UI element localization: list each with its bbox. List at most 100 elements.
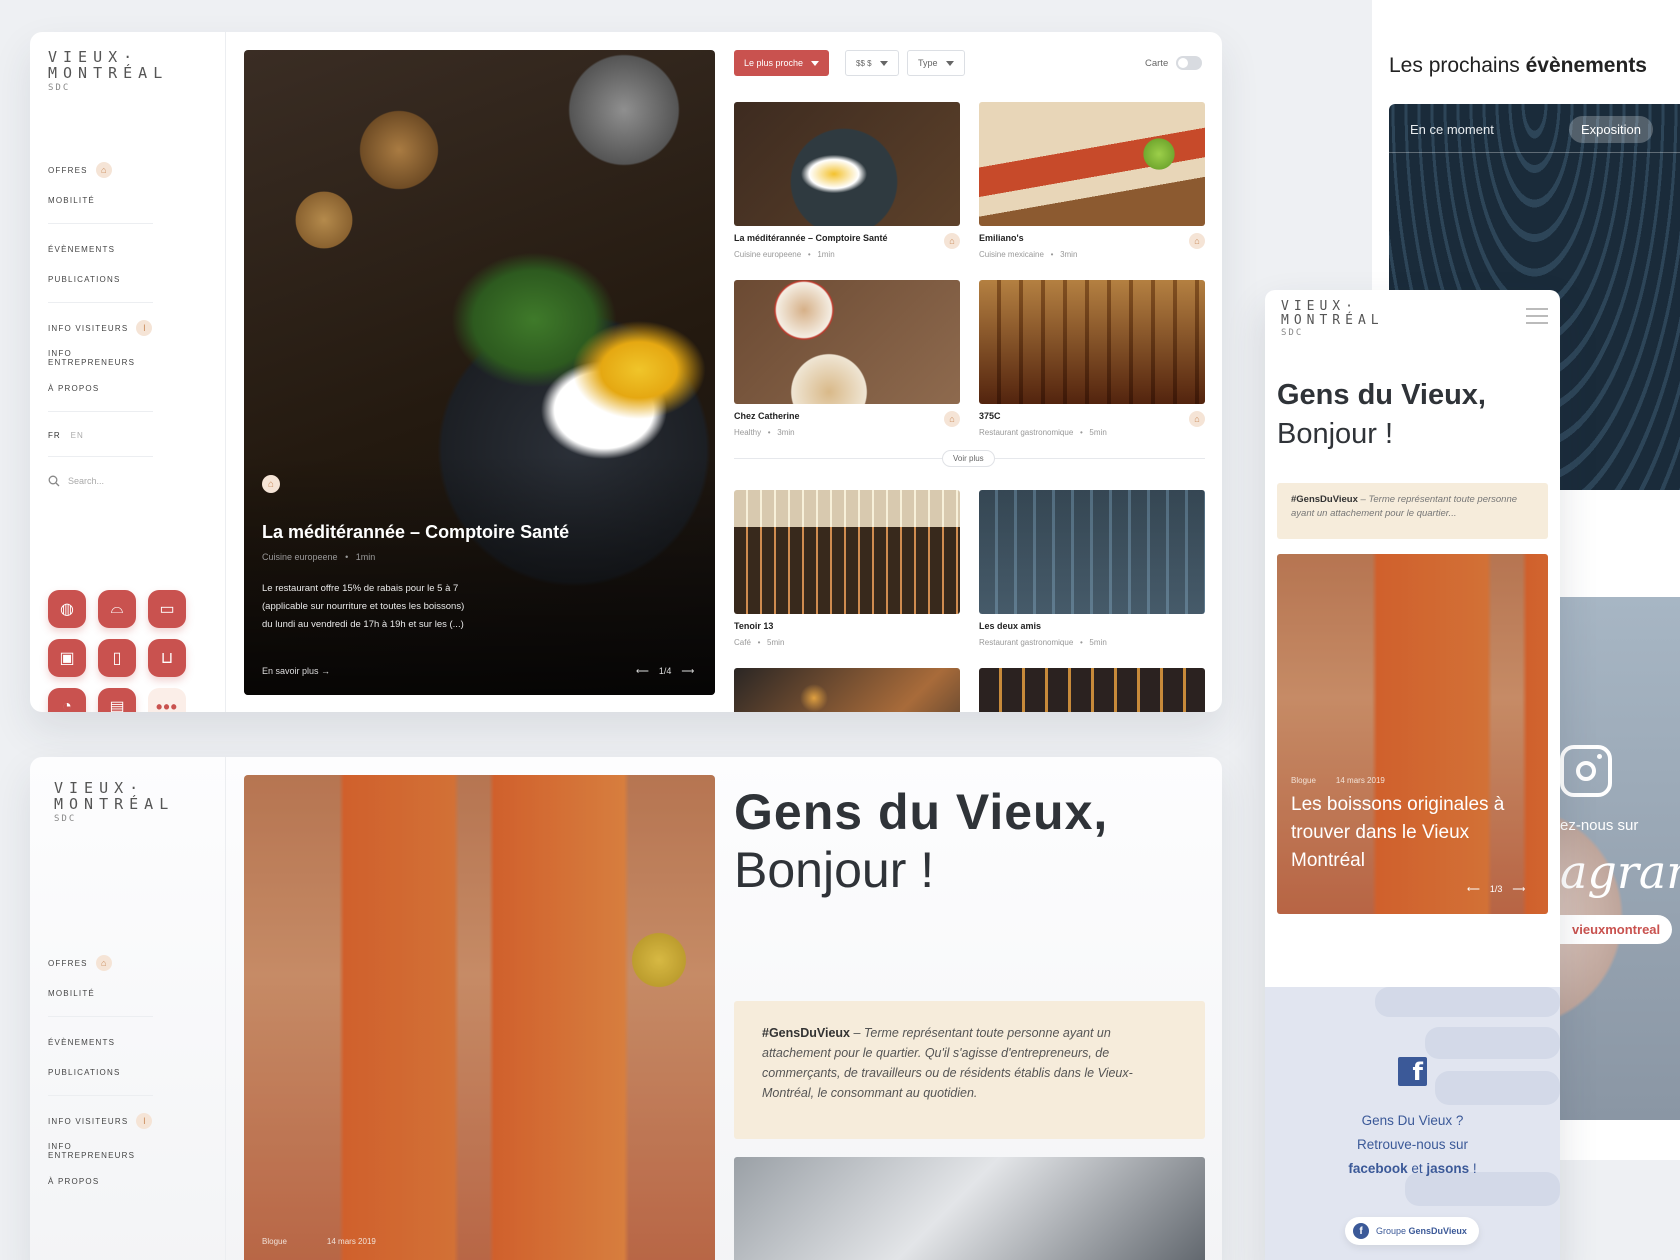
nav-offres[interactable]: Offres ⌂ (48, 155, 153, 185)
gift-icon: ⌂ (944, 233, 960, 249)
divider (48, 456, 153, 457)
restaurant-card[interactable]: Les deux amis Restaurant gastronomique •… (979, 490, 1205, 647)
main-nav: Offres ⌂ Mobilité Évènements Publications… (48, 155, 153, 495)
hero-meta: Cuisine europeene • 1min (262, 552, 376, 562)
gift-icon: ⌂ (1189, 233, 1205, 249)
info-icon: i (136, 320, 153, 336)
facebook-icon: f (1353, 1223, 1369, 1239)
more-icon[interactable]: ••• (148, 688, 186, 712)
article-photo[interactable] (734, 1157, 1205, 1260)
mobile-article-card[interactable]: Blogue 14 mars 2019 Les boissons origina… (1277, 554, 1548, 914)
divider (48, 1095, 153, 1096)
divider (48, 411, 153, 412)
restaurant-card[interactable]: Tenoir 13 Café • 5min (734, 490, 960, 647)
restaurant-icon[interactable]: ◍ (48, 590, 86, 628)
search-field[interactable]: Search... (48, 467, 153, 495)
event-badge[interactable]: Exposition (1569, 116, 1653, 143)
restaurant-photo (979, 490, 1205, 614)
main-nav: Offres ⌂ Mobilité Évènements Publications… (48, 948, 153, 1196)
mobile-quote: #GensDuVieux – Terme représentant toute … (1277, 483, 1548, 539)
nav-mobilite[interactable]: Mobilité (48, 185, 153, 215)
hero-description: Le restaurant offre 15% de rabais pour l… (262, 583, 465, 630)
nav-publications[interactable]: Publications (48, 1057, 153, 1087)
instagram-icon[interactable] (1560, 745, 1612, 797)
map-toggle[interactable]: Carte (1145, 56, 1203, 70)
hero-cta[interactable]: En savoir plus → (262, 666, 330, 676)
mobile-title: Gens du Vieux, Bonjour ! (1277, 379, 1486, 450)
blog-hero[interactable]: Blogue 14 mars 2019 (244, 775, 715, 1260)
restaurant-card[interactable] (734, 668, 960, 712)
restaurant-card[interactable]: Chez Catherine Healthy • 3min ⌂ (734, 280, 960, 437)
restaurant-card[interactable]: Emiliano's Cuisine mexicaine • 3min ⌂ (979, 102, 1205, 259)
gift-icon: ⌂ (944, 411, 960, 427)
toggle-switch[interactable] (1176, 56, 1203, 70)
sidebar: VIEUX· MONTRÉAL SDC Offres ⌂ Mobilité Évè… (30, 757, 226, 1260)
menu-icon[interactable] (1526, 308, 1548, 329)
nav-info-entrepreneurs[interactable]: Info entrepreneurs (48, 343, 153, 373)
restaurant-photo (734, 490, 960, 614)
lang-fr[interactable]: FR (48, 431, 61, 440)
restaurant-card[interactable]: 375C Restaurant gastronomique • 5min ⌂ (979, 280, 1205, 437)
hotel-icon[interactable]: ▭ (148, 590, 186, 628)
voir-plus-button[interactable]: Voir plus (942, 450, 995, 467)
hero-featured[interactable]: ⌂ La méditérannée – Comptoire Santé Cuis… (244, 50, 715, 695)
info-icon: i (136, 1113, 153, 1129)
article-title: Les boissons originales à trouver dans l… (1291, 794, 1505, 871)
facebook-message: Gens Du Vieux ? Retrouve-nous sur facebo… (1348, 1113, 1477, 1176)
facebook-icon[interactable]: f (1398, 1057, 1427, 1086)
nav-evenements[interactable]: Évènements (48, 234, 153, 264)
arrow-right-icon[interactable]: ⟶ (1512, 884, 1525, 895)
event-now-label: En ce moment (1410, 122, 1494, 137)
restaurant-photo (979, 102, 1205, 226)
chevron-down-icon (945, 60, 954, 66)
nav-evenements[interactable]: Évènements (48, 1027, 153, 1057)
events-heading: Les prochains évènements (1389, 54, 1647, 77)
restaurant-photo (734, 668, 960, 712)
nav-info-visiteurs[interactable]: Info visiteurs i (48, 313, 153, 343)
clock-icon[interactable]: ◔ (48, 688, 86, 712)
drink-icon[interactable]: ▯ (98, 639, 136, 677)
filter-price[interactable]: $$ $ (845, 50, 899, 76)
language-switch: FR EN (48, 422, 153, 448)
arrow-left-icon[interactable]: ⟵ (636, 666, 649, 677)
arrow-left-icon[interactable]: ⟵ (1467, 884, 1480, 895)
divider (48, 302, 153, 303)
instagram-follow: ez-nous sur (1560, 817, 1639, 834)
business-icon[interactable]: ▣ (48, 639, 86, 677)
hero-pager: ⟵ 1/4 ⟶ (636, 666, 694, 677)
basket-icon[interactable]: ⊔ (148, 639, 186, 677)
pager-count: 1/4 (658, 666, 672, 676)
nav-a-propos[interactable]: À propos (48, 1166, 153, 1196)
desktop-restaurants-card: VIEUX· MONTRÉAL SDC Offres ⌂ Mobilité Évè… (30, 32, 1222, 712)
blog-meta: Blogue 14 mars 2019 (262, 1237, 376, 1246)
nav-info-visiteurs[interactable]: Info visiteurs i (48, 1106, 153, 1136)
shopping-icon[interactable]: ⌓ (98, 590, 136, 628)
nav-a-propos[interactable]: À propos (48, 373, 153, 403)
sofa-icon[interactable]: ▤ (98, 688, 136, 712)
nav-offres[interactable]: Offres ⌂ (48, 948, 153, 978)
nav-publications[interactable]: Publications (48, 264, 153, 294)
sidebar: VIEUX· MONTRÉAL SDC Offres ⌂ Mobilité Évè… (30, 32, 226, 712)
chevron-down-icon (879, 60, 888, 66)
gift-icon: ⌂ (1189, 411, 1205, 427)
chevron-down-icon (811, 60, 820, 66)
restaurant-card[interactable]: La méditérannée – Comptoire Santé Cuisin… (734, 102, 960, 259)
lang-en[interactable]: EN (71, 431, 84, 440)
instagram-handle[interactable]: vieuxmontreal (1560, 915, 1673, 944)
nav-mobilite[interactable]: Mobilité (48, 978, 153, 1008)
gift-icon: ⌂ (262, 475, 280, 493)
mobile-screen: VIEUX· MONTRÉAL SDC Gens du Vieux, Bonjo… (1265, 290, 1560, 1260)
search-placeholder: Search... (68, 476, 105, 486)
logo[interactable]: VIEUX· MONTRÉAL SDC (1281, 300, 1384, 339)
filter-type[interactable]: Type (907, 50, 965, 76)
arrow-right-icon[interactable]: ⟶ (681, 666, 694, 677)
logo[interactable]: VIEUX· MONTRÉAL SDC (48, 49, 168, 93)
facebook-group-button[interactable]: f Groupe GensDuVieux (1345, 1217, 1479, 1245)
instagram-wordmark: agram (1560, 845, 1680, 899)
article-meta: Blogue 14 mars 2019 (1291, 776, 1385, 785)
hero-title: La méditérannée – Comptoire Santé (262, 522, 570, 542)
restaurant-card[interactable] (979, 668, 1205, 712)
logo[interactable]: VIEUX· MONTRÉAL SDC (54, 780, 174, 824)
nav-info-entrepreneurs[interactable]: Info entrepreneurs (48, 1136, 153, 1166)
filter-nearest[interactable]: Le plus proche (734, 50, 830, 76)
